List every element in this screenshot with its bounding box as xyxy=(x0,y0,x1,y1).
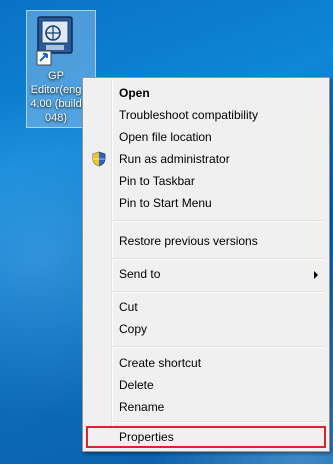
menu-separator xyxy=(113,291,325,293)
menu-item-label: Delete xyxy=(119,378,154,392)
menu-separator xyxy=(113,258,325,260)
menu-separator xyxy=(113,220,325,222)
menu-item-label: Pin to Taskbar xyxy=(119,174,195,188)
menu-item-troubleshoot-compatibility[interactable]: Troubleshoot compatibility xyxy=(86,104,326,126)
menu-item-label: Troubleshoot compatibility xyxy=(119,108,258,122)
menu-item-copy[interactable]: Copy xyxy=(86,318,326,340)
menu-item-label: Send to xyxy=(119,267,161,281)
icon-label-line-2: Editor(eng xyxy=(30,84,82,96)
menu-item-label: Cut xyxy=(119,300,138,314)
context-menu: Open Troubleshoot compatibility Open fil… xyxy=(82,77,330,452)
menu-item-label: Restore previous versions xyxy=(119,234,258,248)
menu-item-label: Copy xyxy=(119,322,148,336)
menu-item-label: Rename xyxy=(119,400,165,414)
menu-item-label: Pin to Start Menu xyxy=(119,196,212,210)
icon-label-line-1: GP xyxy=(48,70,64,82)
menu-item-label: Run as administrator xyxy=(119,152,230,166)
icon-label-line-4: 048) xyxy=(44,112,68,124)
menu-item-open[interactable]: Open xyxy=(86,82,326,104)
menu-item-pin-to-start-menu[interactable]: Pin to Start Menu xyxy=(86,192,326,214)
icon-label-line-3: 4.00 (build xyxy=(30,98,82,110)
menu-item-label: Open file location xyxy=(119,130,212,144)
menu-item-rename[interactable]: Rename xyxy=(86,396,326,418)
menu-item-label: Create shortcut xyxy=(119,356,202,370)
menu-item-create-shortcut[interactable]: Create shortcut xyxy=(86,352,326,374)
menu-item-open-file-location[interactable]: Open file location xyxy=(86,126,326,148)
desktop-icon-label: GP Editor(eng 4.00 (build 048) xyxy=(27,69,85,125)
menu-item-properties[interactable]: Properties xyxy=(86,426,326,448)
gp-editor-app-icon xyxy=(36,16,73,66)
menu-item-pin-to-taskbar[interactable]: Pin to Taskbar xyxy=(86,170,326,192)
menu-item-delete[interactable]: Delete xyxy=(86,374,326,396)
menu-item-label: Properties xyxy=(119,430,174,444)
uac-shield-icon xyxy=(92,151,106,167)
menu-separator xyxy=(113,346,325,348)
menu-separator xyxy=(113,421,325,423)
menu-item-restore-previous-versions[interactable]: Restore previous versions xyxy=(86,230,326,252)
menu-item-cut[interactable]: Cut xyxy=(86,296,326,318)
submenu-arrow-icon xyxy=(314,271,318,279)
menu-item-label: Open xyxy=(119,86,150,100)
menu-item-send-to[interactable]: Send to xyxy=(86,263,326,285)
menu-item-run-as-administrator[interactable]: Run as administrator xyxy=(86,148,326,170)
